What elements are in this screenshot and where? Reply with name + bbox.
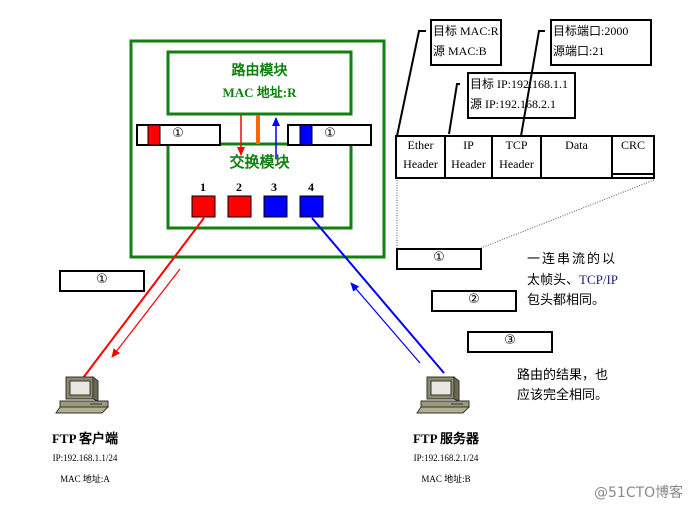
ether-callout-text: 目标 MAC:R 源 MAC:B [433, 21, 499, 61]
client-ip: IP:192.168.1.1/24 [52, 453, 118, 463]
port-3 [263, 195, 288, 218]
ip-callout-leader [448, 83, 460, 135]
field-line1: TCP [505, 138, 528, 152]
field-line1: Ether [407, 138, 434, 152]
note1-line3: 包头都相同。 [527, 293, 606, 308]
client-mac: MAC 地址:A [60, 474, 110, 484]
port-3-label: 3 [271, 180, 277, 194]
switching-module-title: 交换模块 [229, 155, 290, 171]
server-computer-icon [416, 375, 471, 414]
ether-callout-leader [396, 30, 426, 137]
flow-box-1-label: ① [433, 250, 445, 265]
watermark: @51CTO博客 [594, 485, 684, 501]
port-2-label: 2 [236, 180, 242, 194]
port-1-label: 1 [200, 180, 206, 194]
left-frame-red-marker [147, 124, 161, 146]
expansion-dotted-right [480, 179, 655, 249]
ip-callout-text: 目标 IP:192.168.1.1 源 IP:192.168.2.1 [470, 74, 568, 114]
port-1 [191, 195, 216, 218]
field-line2: Header [499, 157, 534, 171]
routing-module-title: 路由模块 [231, 64, 288, 79]
src-mac: 源 MAC:B [433, 44, 487, 58]
server-host-label: FTP 服务器 IP:192.168.2.1/24 MAC 地址:B [391, 428, 501, 485]
server-link [311, 217, 445, 374]
client-host-label: FTP 客户端 IP:192.168.1.1/24 MAC 地址:A [30, 428, 140, 485]
field-crc: CRC [620, 138, 645, 152]
flow-box-2-label: ② [468, 292, 480, 307]
field-data: Data [565, 138, 588, 152]
note1-line1: 一连串流的以 [527, 252, 618, 267]
note-same-routing: 路由的结果，也 应该完全相同。 [517, 366, 608, 406]
note1-line2: 太帧头、TCP/IP [527, 270, 618, 291]
note2-line1: 路由的结果，也 [517, 368, 609, 383]
note2-line2: 应该完全相同。 [517, 388, 609, 403]
server-ip: IP:192.168.2.1/24 [413, 453, 479, 463]
tcp-callout-text: 目标端口:2000 源端口:21 [553, 21, 628, 61]
src-port: 源端口:21 [553, 44, 605, 58]
server-flow-arrow [350, 282, 421, 364]
field-line2: Header [451, 157, 486, 171]
left-link-box-label: ① [96, 272, 108, 287]
right-frame-label: ① [324, 126, 336, 141]
note1-line2-b: TCP/IP [579, 272, 619, 287]
server-title: FTP 服务器 [412, 431, 480, 446]
server-mac: MAC 地址:B [421, 474, 471, 484]
client-title: FTP 客户端 [51, 431, 119, 446]
field-line2: Header [403, 157, 438, 171]
src-ip: 源 IP:192.168.2.1 [470, 97, 557, 111]
port-2 [227, 195, 252, 218]
note1-line2-a: 太帧头、 [527, 273, 580, 288]
field-line1: IP [463, 138, 474, 152]
client-computer-icon [55, 375, 110, 414]
right-frame-blue-marker [299, 124, 313, 146]
flow-box-3-label: ③ [504, 333, 516, 348]
port-4 [299, 195, 324, 218]
field-ip-header: IP Header [445, 138, 492, 172]
dest-mac: 目标 MAC:R [433, 24, 499, 38]
field-tcp-header: TCP Header [492, 138, 541, 172]
dest-ip: 目标 IP:192.168.1.1 [470, 77, 569, 91]
dest-port: 目标端口:2000 [553, 24, 629, 38]
field-ether-header: Ether Header [396, 138, 445, 172]
left-frame-label: ① [172, 126, 184, 141]
client-link [82, 217, 205, 379]
router-mac-address: MAC 地址:R [222, 85, 297, 100]
note-same-headers: 一连串流的以 太帧头、TCP/IP 包头都相同。 [527, 250, 618, 311]
port-4-label: 4 [308, 180, 314, 194]
